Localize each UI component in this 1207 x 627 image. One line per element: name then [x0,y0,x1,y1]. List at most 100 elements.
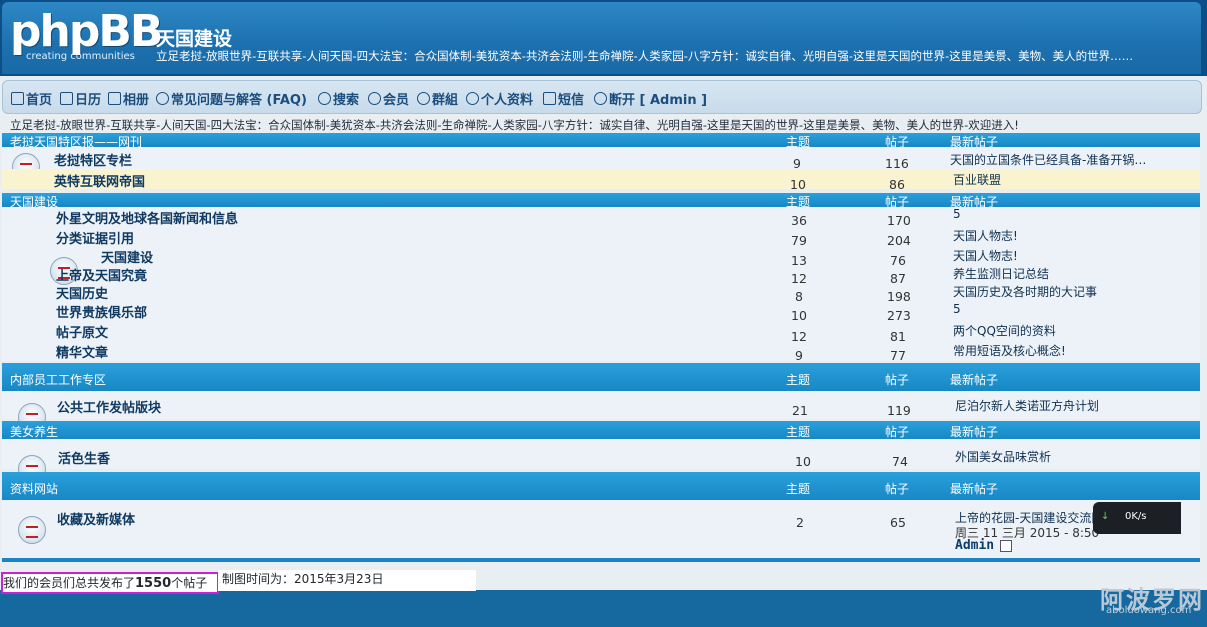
forum-name[interactable]: 天国历史 [56,283,108,302]
category-header: 老挝天国特区报——网刊 主题 帖子 最新帖子 [2,133,1200,149]
nav-members[interactable]: 会员 [368,89,409,108]
forum-name[interactable]: 上帝及天国究竟 [56,265,147,284]
forum-name[interactable]: 分类证据引用 [56,228,134,247]
post-count: 87 [890,271,906,286]
speed-readout: 0K/s [1125,511,1147,522]
nav-label: 群組 [432,93,459,108]
help-icon [156,92,169,105]
last-post-link[interactable]: 5 [953,207,961,221]
post-count: 74 [892,454,908,469]
forum-icon [18,516,46,544]
post-count: 273 [887,308,911,323]
nav-label: 首页 [26,93,53,108]
topic-count: 13 [791,253,807,268]
topic-count: 2 [796,515,804,530]
profile-icon [466,92,479,105]
topic-count: 9 [795,348,803,363]
nav-calendar[interactable]: 日历 [60,89,101,108]
topic-count: 10 [790,177,806,192]
forum-row: 老挝特区专栏 9 116 天国的立国条件已经具备-准备开锅… [2,147,1200,181]
topic-count: 8 [795,289,803,304]
last-post-link[interactable]: 天国历史及各时期的大记事 [953,283,1097,300]
stats-count: 1550 [135,576,172,591]
category-title[interactable]: 内部员工工作专区 [10,371,106,388]
forum-name[interactable]: 英特互联网帝国 [54,171,145,190]
col-topics: 主题 [786,425,811,439]
forum-name[interactable]: 世界贵族俱乐部 [56,302,147,321]
last-post-link[interactable]: 天国人物志! [953,247,1018,264]
forum-name[interactable]: 收藏及新媒体 [57,509,135,528]
col-last: 最新帖子 [950,482,999,496]
site-header: phpBB creating communities 天国建设 立足老挝-放眼世… [0,0,1207,76]
home-icon [11,92,24,105]
calendar-icon [60,92,73,105]
post-count: 119 [887,403,911,418]
main-nav: 首页 日历 相册 常见问题与解答 (FAQ) 搜索 会员 群組 个人资料 短信 … [2,80,1202,114]
album-icon [108,92,121,105]
nav-messages[interactable]: 短信 [543,89,584,108]
forum-name[interactable]: 外星文明及地球各国新闻和信息 [56,208,238,227]
topic-count: 12 [791,271,807,286]
col-topics: 主题 [786,482,811,496]
last-post-link[interactable]: 两个QQ空间的资料 [953,322,1056,339]
col-posts: 帖子 [885,425,910,439]
post-count: 77 [890,348,906,363]
nav-home[interactable]: 首页 [11,89,52,108]
category-header: 美女养生 主题 帖子 最新帖子 [2,421,1200,439]
forum-name[interactable]: 帖子原文 [56,322,108,341]
footer-bar [0,590,1207,627]
forum-row: 英特互联网帝国 10 86 百业联盟 [2,169,1200,192]
last-post-link[interactable]: 百业联盟 [953,171,1001,188]
member-icon [368,92,381,105]
capture-time-note: 制图时间为：2015年3月23日 [218,570,476,591]
phpbb-logo[interactable]: phpBB [10,8,163,56]
post-count: 81 [890,329,906,344]
last-post-author[interactable]: Admin [955,538,994,553]
category-header: 天国建设 主题 帖子 最新帖子 [2,193,1200,209]
post-count: 170 [887,213,911,228]
category-title[interactable]: 资料网站 [10,480,58,497]
group-icon [417,92,430,105]
nav-label: 搜索 [333,93,360,108]
nav-label: 相册 [123,93,150,108]
forum-row: 活色生香 10 74 外国美女品味赏析 [2,439,1200,483]
last-post-link[interactable]: 天国的立国条件已经具备-准备开锅… [950,151,1146,168]
last-post-link[interactable]: 尼泊尔新人类诺亚方舟计划 [955,397,1099,414]
forum-name[interactable]: 公共工作发帖版块 [57,397,161,416]
topic-count: 36 [791,213,807,228]
nav-profile[interactable]: 个人资料 [466,89,533,108]
col-posts: 帖子 [885,482,910,496]
nav-faq[interactable]: 常见问题与解答 (FAQ) [156,89,307,108]
category-title[interactable]: 美女养生 [10,423,58,440]
nav-album[interactable]: 相册 [108,89,149,108]
forum-row: 公共工作发帖版块 21 119 尼泊尔新人类诺亚方舟计划 [2,391,1200,431]
logout-icon [594,92,607,105]
watermark-url: aboluowang.com [1106,605,1192,616]
goto-post-icon[interactable] [1000,540,1012,552]
nav-logout[interactable]: 断开 [ Admin ] [594,89,707,108]
logo-tagline: creating communities [26,51,135,62]
nav-groups[interactable]: 群組 [417,89,458,108]
col-topics: 主题 [786,373,811,387]
nav-search[interactable]: 搜索 [318,89,359,108]
topic-count: 12 [791,329,807,344]
forum-name[interactable]: 老挝特区专栏 [54,150,132,169]
search-icon [318,92,331,105]
last-post-link[interactable]: 常用短语及核心概念! [953,342,1066,359]
last-post-link[interactable]: 天国人物志! [953,227,1018,244]
forum-name[interactable]: 活色生香 [58,448,110,467]
forum-name[interactable]: 天国建设 [101,247,153,266]
network-speed-widget: ↓ 0K/s [1093,502,1181,534]
marquee-ticker: 立足老挝-放眼世界-互联共享-人间天国-四大法宝：合众国体制-美犹资本-共济会法… [10,118,1019,132]
last-post-link[interactable]: 外国美女品味赏析 [955,448,1051,465]
nav-label: 常见问题与解答 (FAQ) [171,93,307,108]
last-post-link[interactable]: 养生监测日记总结 [953,265,1049,282]
nav-label: 会员 [383,93,410,108]
post-count: 198 [887,289,911,304]
category-header: 资料网站 主题 帖子 最新帖子 [2,472,1200,500]
nav-label: 断开 [ Admin ] [609,93,708,108]
last-post-link[interactable]: 5 [953,302,961,316]
site-description: 立足老挝-放眼世界-互联共享-人间天国-四大法宝：合众国体制-美犹资本-共济会法… [156,49,1134,63]
forum-name[interactable]: 精华文章 [56,342,108,361]
mail-icon [543,92,556,105]
